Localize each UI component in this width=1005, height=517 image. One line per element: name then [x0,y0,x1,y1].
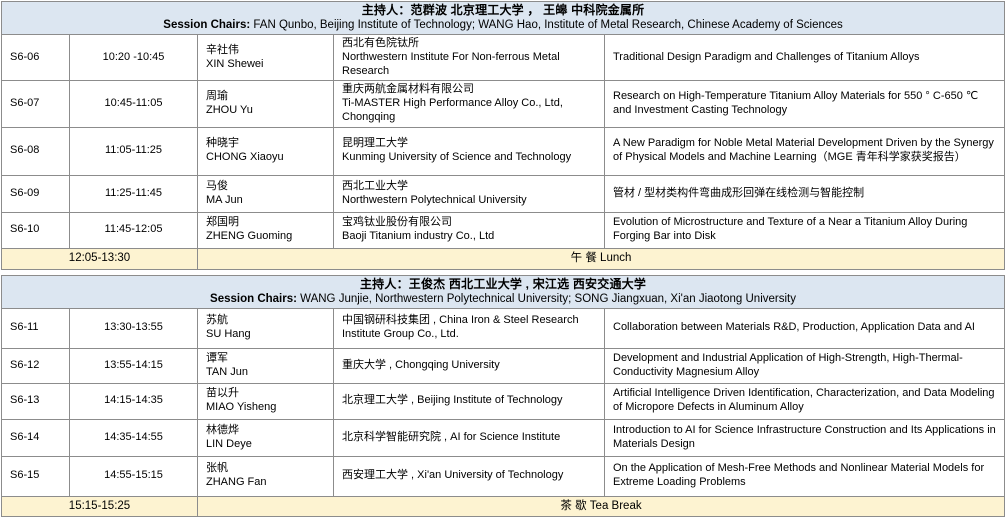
talk-title: Traditional Design Paradigm and Challeng… [605,35,1005,81]
session-time: 14:55-15:15 [70,456,198,496]
table-row: S6-10 11:45-12:05 郑国明 ZHENG Guoming 宝鸡钛业… [2,212,1005,248]
session-time: 10:20 -10:45 [70,35,198,81]
session-chairs-en: Session Chairs: FAN Qunbo, Beijing Insti… [6,18,1000,32]
speaker-affiliation: 西北有色院钛所 Northwestern Institute For Non-f… [334,35,605,81]
speaker-name: 苏航 SU Hang [198,308,334,348]
break-label: 茶 歇 Tea Break [198,496,1005,516]
talk-title: 管材 / 型材类构件弯曲成形回弹在线检测与智能控制 [605,175,1005,212]
speaker-name: 苗以升 MIAO Yisheng [198,383,334,419]
speaker-name: 林德烨 LIN Deye [198,419,334,456]
session-chairs-cn: 主持人：范群波 北京理工大学 ， 王皞 中科院金属所 [6,3,1000,18]
talk-title: On the Application of Mesh-Free Methods … [605,456,1005,496]
talk-title: Introduction to AI for Science Infrastru… [605,419,1005,456]
chair-names-en: WANG Junjie, Northwestern Polytechnical … [297,293,796,305]
session-id: S6-15 [2,456,70,496]
program-page: 主持人：范群波 北京理工大学 ， 王皞 中科院金属所 Session Chair… [0,0,1005,517]
session-id: S6-12 [2,348,70,383]
session-chairs-cell: 主持人：范群波 北京理工大学 ， 王皞 中科院金属所 Session Chair… [2,2,1005,35]
session-id: S6-06 [2,35,70,81]
table-row: S6-13 14:15-14:35 苗以升 MIAO Yisheng 北京理工大… [2,383,1005,419]
table-row: S6-14 14:35-14:55 林德烨 LIN Deye 北京科学智能研究院… [2,419,1005,456]
chair-names-cn: 王俊杰 西北工业大学 , 宋江选 西安交通大学 [409,277,646,291]
session-time: 10:45-11:05 [70,81,198,127]
chair-label-cn: 主持人： [360,277,409,291]
session-id: S6-08 [2,127,70,175]
session-time: 14:15-14:35 [70,383,198,419]
table-row: S6-15 14:55-15:15 张帆 ZHANG Fan 西安理工大学 , … [2,456,1005,496]
break-label: 午 餐 Lunch [198,248,1005,269]
chair-names-en: FAN Qunbo, Beijing Institute of Technolo… [250,19,843,31]
talk-title: A New Paradigm for Noble Metal Material … [605,127,1005,175]
talk-title: Evolution of Microstructure and Texture … [605,212,1005,248]
speaker-affiliation: 西安理工大学 , Xi'an University of Technology [334,456,605,496]
speaker-affiliation: 宝鸡钛业股份有限公司 Baoji Titanium industry Co., … [334,212,605,248]
lunch-break-row: 12:05-13:30 午 餐 Lunch [2,248,1005,269]
chair-label-cn: 主持人： [362,3,411,17]
talk-title: Collaboration between Materials R&D, Pro… [605,308,1005,348]
speaker-affiliation: 西北工业大学 Northwestern Polytechnical Univer… [334,175,605,212]
talk-title: Artificial Intelligence Driven Identific… [605,383,1005,419]
session-chairs-cn: 主持人：王俊杰 西北工业大学 , 宋江选 西安交通大学 [6,277,1000,292]
chair-label-en: Session Chairs: [163,19,250,31]
table-row: S6-11 13:30-13:55 苏航 SU Hang 中国钢研科技集团 , … [2,308,1005,348]
table-row: S6-12 13:55-14:15 谭军 TAN Jun 重庆大学 , Chon… [2,348,1005,383]
session-time: 13:30-13:55 [70,308,198,348]
session-table-afternoon: 主持人：王俊杰 西北工业大学 , 宋江选 西安交通大学 Session Chai… [1,275,1005,517]
speaker-affiliation: 重庆大学 , Chongqing University [334,348,605,383]
break-time: 15:15-15:25 [2,496,198,516]
session-chairs-row: 主持人：王俊杰 西北工业大学 , 宋江选 西安交通大学 Session Chai… [2,275,1005,308]
speaker-name: 谭军 TAN Jun [198,348,334,383]
speaker-name: 张帆 ZHANG Fan [198,456,334,496]
speaker-affiliation: 重庆两航金属材料有限公司 Ti-MASTER High Performance … [334,81,605,127]
session-chairs-row: 主持人：范群波 北京理工大学 ， 王皞 中科院金属所 Session Chair… [2,2,1005,35]
session-table-morning: 主持人：范群波 北京理工大学 ， 王皞 中科院金属所 Session Chair… [1,1,1005,270]
chair-label-en: Session Chairs: [210,293,297,305]
session-time: 11:05-11:25 [70,127,198,175]
tea-break-row: 15:15-15:25 茶 歇 Tea Break [2,496,1005,516]
speaker-affiliation: 北京理工大学 , Beijing Institute of Technology [334,383,605,419]
session-time: 11:45-12:05 [70,212,198,248]
table-row: S6-07 10:45-11:05 周瑜 ZHOU Yu 重庆两航金属材料有限公… [2,81,1005,127]
table-row: S6-09 11:25-11:45 马俊 MA Jun 西北工业大学 North… [2,175,1005,212]
session-id: S6-14 [2,419,70,456]
session-id: S6-09 [2,175,70,212]
speaker-name: 辛社伟 XIN Shewei [198,35,334,81]
table-row: S6-08 11:05-11:25 种晓宇 CHONG Xiaoyu 昆明理工大… [2,127,1005,175]
speaker-name: 郑国明 ZHENG Guoming [198,212,334,248]
speaker-name: 周瑜 ZHOU Yu [198,81,334,127]
speaker-name: 种晓宇 CHONG Xiaoyu [198,127,334,175]
break-time: 12:05-13:30 [2,248,198,269]
session-time: 14:35-14:55 [70,419,198,456]
speaker-name: 马俊 MA Jun [198,175,334,212]
session-id: S6-10 [2,212,70,248]
session-time: 13:55-14:15 [70,348,198,383]
speaker-affiliation: 中国钢研科技集团 , China Iron & Steel Research I… [334,308,605,348]
chair-names-cn: 范群波 北京理工大学 ， 王皞 中科院金属所 [411,3,645,17]
session-chairs-cell: 主持人：王俊杰 西北工业大学 , 宋江选 西安交通大学 Session Chai… [2,275,1005,308]
session-id: S6-13 [2,383,70,419]
talk-title: Research on High-Temperature Titanium Al… [605,81,1005,127]
session-id: S6-11 [2,308,70,348]
session-id: S6-07 [2,81,70,127]
speaker-affiliation: 昆明理工大学 Kunming University of Science and… [334,127,605,175]
talk-title: Development and Industrial Application o… [605,348,1005,383]
table-row: S6-06 10:20 -10:45 辛社伟 XIN Shewei 西北有色院钛… [2,35,1005,81]
session-chairs-en: Session Chairs: WANG Junjie, Northwester… [6,292,1000,306]
session-time: 11:25-11:45 [70,175,198,212]
speaker-affiliation: 北京科学智能研究院 , AI for Science Institute [334,419,605,456]
